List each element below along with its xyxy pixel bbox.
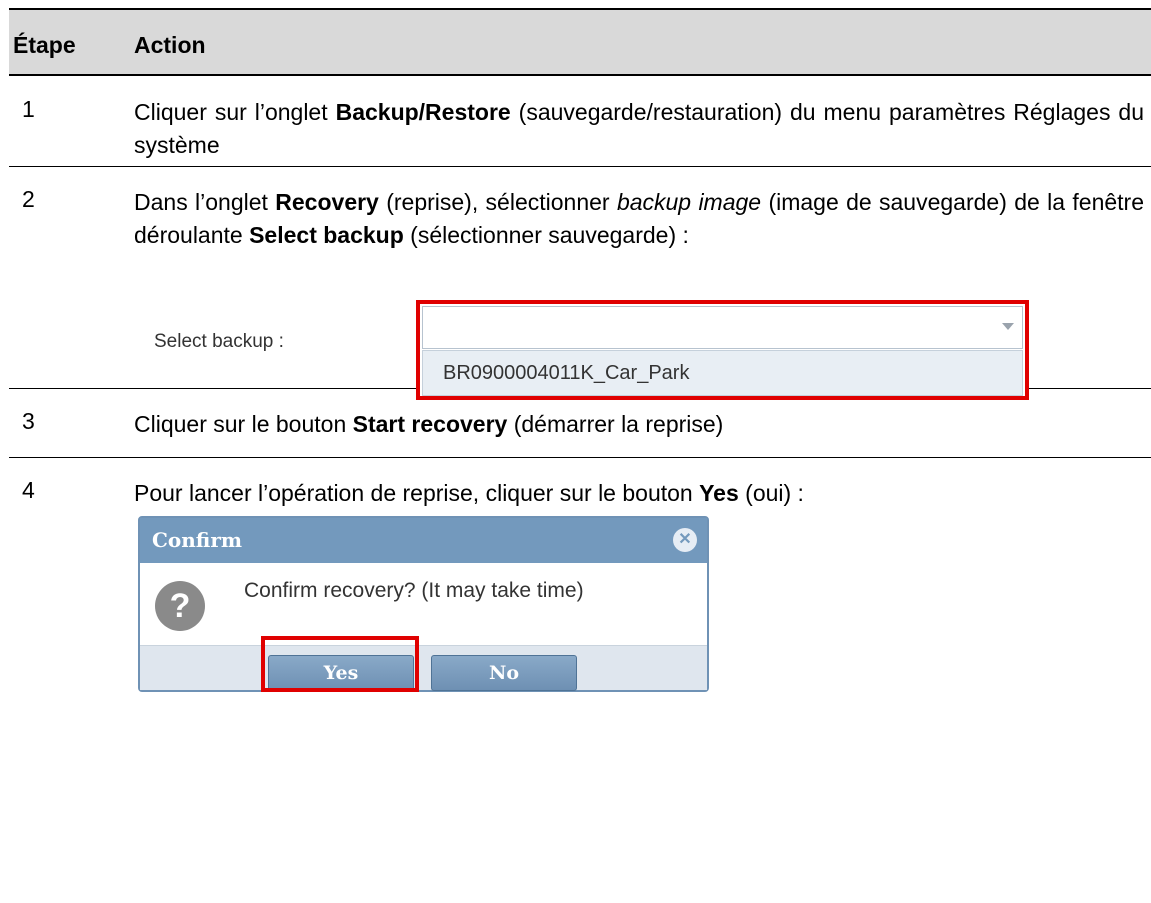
header-step: Étape bbox=[13, 32, 76, 58]
question-icon: ? bbox=[155, 581, 205, 631]
procedure-table: Étape Action 1 Cliquer sur l’onglet Back… bbox=[9, 8, 1151, 696]
step-number: 3 bbox=[22, 408, 35, 434]
select-backup-highlight: BR0900004011K_Car_Park bbox=[416, 300, 1029, 400]
select-backup-label: Select backup : bbox=[154, 331, 284, 352]
step-number: 1 bbox=[22, 96, 35, 122]
dialog-message: Confirm recovery? (It may take time) bbox=[244, 579, 584, 602]
step-text: Cliquer sur le bouton Start recovery (dé… bbox=[134, 411, 724, 437]
header-action: Action bbox=[134, 32, 206, 58]
step-text: Pour lancer l’opération de reprise, cliq… bbox=[134, 480, 804, 506]
yes-button-highlight bbox=[261, 636, 419, 692]
select-backup-dropdown[interactable] bbox=[422, 306, 1023, 349]
confirm-dialog: Confirm ✕ ? Confirm recovery? (It may ta… bbox=[138, 516, 709, 692]
dialog-title: Confirm bbox=[152, 528, 243, 552]
table-row: 2 Dans l’onglet Recovery (reprise), séle… bbox=[9, 167, 1151, 400]
step-text: Cliquer sur l’onglet Backup/Restore (sau… bbox=[134, 99, 1144, 158]
close-icon[interactable]: ✕ bbox=[673, 528, 697, 552]
step-number: 2 bbox=[22, 186, 35, 212]
chevron-down-icon[interactable] bbox=[1002, 323, 1014, 330]
step-number: 4 bbox=[22, 477, 35, 503]
dialog-footer: Yes No bbox=[140, 645, 707, 691]
table-header: Étape Action bbox=[9, 8, 1151, 76]
dialog-body: ? Confirm recovery? (It may take time) bbox=[140, 563, 707, 645]
table-row: 1 Cliquer sur l’onglet Backup/Restore (s… bbox=[9, 76, 1151, 167]
table-row: 4 Pour lancer l’opération de reprise, cl… bbox=[9, 458, 1151, 696]
dialog-header: Confirm ✕ bbox=[140, 518, 707, 563]
table-row: 3 Cliquer sur le bouton Start recovery (… bbox=[9, 389, 1151, 458]
step-text: Dans l’onglet Recovery (reprise), sélect… bbox=[134, 189, 1145, 248]
no-button[interactable]: No bbox=[431, 655, 577, 691]
